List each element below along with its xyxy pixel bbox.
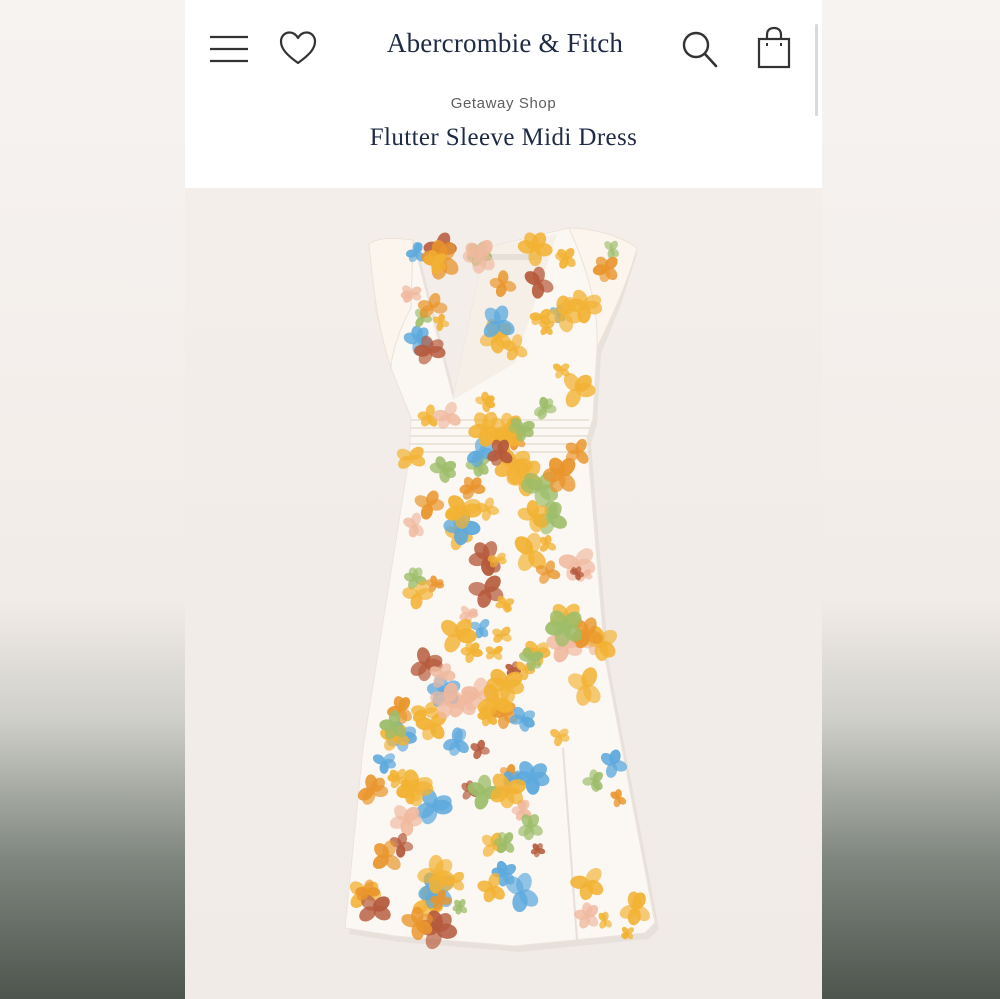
background-blur-right — [822, 0, 1000, 999]
heart-icon[interactable] — [279, 30, 317, 68]
search-icon[interactable] — [681, 29, 719, 69]
shopping-bag-icon[interactable] — [756, 26, 792, 70]
brand-logo[interactable]: Abercrombie & Fitch — [335, 28, 675, 59]
product-page: Abercrombie & Fitch Getaway Shop Flutter… — [185, 0, 822, 999]
background-blur-left — [0, 0, 185, 999]
product-title: Flutter Sleeve Midi Dress — [369, 124, 638, 151]
collection-label[interactable]: Getaway Shop — [185, 95, 822, 112]
product-image[interactable] — [185, 188, 822, 999]
floral-dress-illustration — [344, 227, 659, 952]
site-header: Abercrombie & Fitch Getaway Shop Flutter… — [185, 0, 822, 188]
hamburger-menu-icon[interactable] — [209, 34, 249, 64]
